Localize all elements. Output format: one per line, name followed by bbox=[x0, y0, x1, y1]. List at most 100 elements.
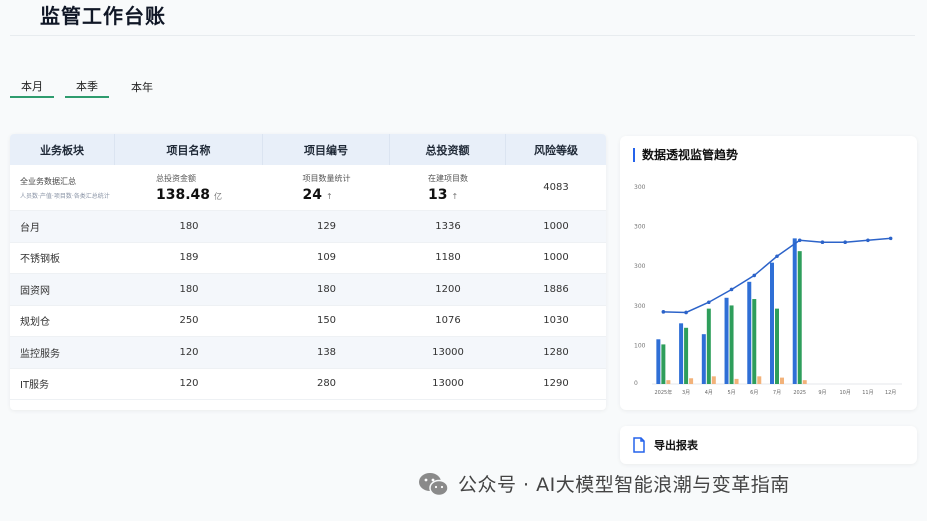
bar-blue bbox=[747, 281, 752, 384]
bar-orange bbox=[802, 380, 807, 384]
y-tick-label: 300 bbox=[634, 224, 646, 231]
cell-project-name: 250 bbox=[179, 315, 199, 327]
bar-orange bbox=[734, 378, 739, 384]
header-risk-level[interactable]: 风险等级 bbox=[506, 134, 606, 165]
period-tabs: 本月 本季 本年 bbox=[10, 76, 164, 98]
bar-blue bbox=[792, 238, 797, 384]
bar-orange bbox=[780, 377, 784, 384]
bar-blue bbox=[770, 262, 774, 384]
bar-green bbox=[706, 308, 711, 384]
cell-project-name: 120 bbox=[179, 346, 199, 358]
cell-business: 不锈钢板 bbox=[20, 254, 60, 266]
page-title: 监管工作台账 bbox=[40, 4, 166, 28]
y-tick-label: 300 bbox=[634, 303, 646, 310]
y-tick-label: 100 bbox=[634, 342, 646, 349]
export-report-label: 导出报表 bbox=[654, 439, 698, 452]
x-tick-label: 10月 bbox=[839, 390, 850, 396]
cell-project-code: 138 bbox=[316, 346, 337, 358]
summary-investment-unit: 亿 bbox=[214, 191, 223, 201]
cell-investment: 1336 bbox=[435, 220, 461, 232]
summary-title: 全业务数据汇总 bbox=[20, 176, 76, 186]
bar-orange bbox=[757, 376, 762, 384]
trend-up-icon: ↑ bbox=[451, 191, 459, 201]
cell-investment: 13000 bbox=[432, 378, 464, 390]
table-row[interactable]: IT服务 120 280 13000 1290 bbox=[10, 369, 606, 400]
summary-risk-value: 4083 bbox=[543, 182, 569, 193]
cell-project-code: 129 bbox=[316, 220, 337, 232]
cell-project-name: 180 bbox=[179, 220, 199, 232]
bar-green bbox=[797, 251, 802, 384]
cell-project-name: 180 bbox=[179, 283, 199, 295]
cell-risk-level: 1290 bbox=[543, 378, 569, 390]
cell-investment: 1180 bbox=[435, 252, 461, 264]
line-point bbox=[707, 300, 711, 305]
cell-investment: 13000 bbox=[432, 346, 464, 358]
cell-business: 台月 bbox=[20, 222, 40, 234]
cell-risk-level: 1000 bbox=[543, 252, 569, 264]
x-tick-label: 2025 bbox=[793, 390, 806, 396]
tab-year[interactable]: 本年 bbox=[120, 76, 164, 98]
line-point bbox=[729, 287, 734, 292]
bar-green bbox=[729, 305, 734, 384]
ledger-table: 业务板块 项目名称 项目编号 总投资额 风险等级 全业务数据汇总 人员数·产值·… bbox=[10, 134, 606, 410]
cell-business: 监控服务 bbox=[20, 348, 60, 360]
x-tick-label: 5月 bbox=[727, 390, 735, 396]
line-point bbox=[661, 310, 666, 314]
cell-risk-level: 1886 bbox=[543, 283, 569, 295]
x-tick-label: 11月 bbox=[862, 390, 873, 396]
table-row[interactable]: 规划仓 250 150 1076 1030 bbox=[10, 306, 606, 337]
export-report-button[interactable]: 导出报表 bbox=[620, 426, 917, 464]
watermark-text: 公众号 · AI大模型智能浪潮与变革指南 bbox=[458, 474, 790, 496]
table-row[interactable]: 台月 180 129 1336 1000 bbox=[10, 211, 606, 243]
summary-active-label: 在建项目数 bbox=[428, 173, 468, 183]
header-project-code[interactable]: 项目编号 bbox=[263, 134, 390, 165]
header-project-name[interactable]: 项目名称 bbox=[115, 134, 263, 165]
x-tick-label: 7月 bbox=[773, 390, 781, 396]
x-tick-label: 6月 bbox=[750, 390, 758, 396]
trend-line bbox=[663, 237, 891, 314]
cell-business: 规划仓 bbox=[20, 317, 50, 329]
bar-blue bbox=[701, 334, 706, 384]
cell-project-code: 280 bbox=[316, 378, 337, 390]
header-investment[interactable]: 总投资额 bbox=[390, 134, 506, 165]
table-row[interactable]: 固资网 180 180 1200 1886 bbox=[10, 274, 606, 306]
table-row[interactable]: 监控服务 120 138 13000 1280 bbox=[10, 337, 606, 369]
table-header: 业务板块 项目名称 项目编号 总投资额 风险等级 bbox=[10, 134, 606, 165]
bar-blue bbox=[656, 339, 661, 384]
line-point bbox=[775, 254, 779, 259]
cell-project-code: 109 bbox=[316, 252, 337, 264]
x-tick-label: 9月 bbox=[818, 390, 826, 396]
bar-green bbox=[684, 327, 689, 384]
cell-risk-level: 1280 bbox=[543, 346, 569, 358]
x-tick-label: 3月 bbox=[682, 390, 690, 396]
line-point bbox=[843, 240, 847, 245]
trend-chart: 300 300 300 300 100 0 2025年 3月 4月 5月 6月 7月 2025 9月 10月… bbox=[634, 184, 902, 396]
table-row[interactable]: 不锈钢板 189 109 1180 1000 bbox=[10, 243, 606, 274]
bar-orange bbox=[689, 378, 694, 384]
summary-row: 全业务数据汇总 人员数·产值·项目数·各类汇总统计 总投资金额 138.48 亿 … bbox=[10, 165, 606, 211]
y-tick-label: 300 bbox=[634, 263, 646, 270]
line-point bbox=[866, 238, 870, 243]
bar-orange bbox=[711, 376, 716, 384]
bar-green bbox=[661, 344, 666, 384]
title-divider bbox=[10, 35, 915, 36]
y-tick-label: 300 bbox=[634, 184, 646, 191]
watermark: 公众号 · AI大模型智能浪潮与变革指南 bbox=[418, 470, 790, 497]
header-business[interactable]: 业务板块 bbox=[10, 134, 115, 165]
line-point bbox=[684, 310, 688, 315]
cell-risk-level: 1030 bbox=[543, 315, 569, 327]
bar-blue bbox=[724, 297, 729, 384]
cell-business: 固资网 bbox=[20, 285, 50, 297]
tab-month[interactable]: 本月 bbox=[10, 76, 54, 98]
cell-project-name: 189 bbox=[179, 252, 199, 264]
summary-projects-label: 项目数量统计 bbox=[302, 173, 351, 183]
bar-blue bbox=[679, 323, 684, 384]
trend-up-icon: ↑ bbox=[325, 191, 333, 201]
bar-green bbox=[775, 308, 779, 384]
line-point bbox=[820, 240, 825, 245]
line-point bbox=[888, 236, 893, 241]
x-tick-label: 2025年 bbox=[654, 389, 672, 396]
cell-investment: 1076 bbox=[435, 315, 461, 327]
tab-quarter[interactable]: 本季 bbox=[65, 76, 109, 98]
cell-project-name: 120 bbox=[179, 378, 199, 390]
